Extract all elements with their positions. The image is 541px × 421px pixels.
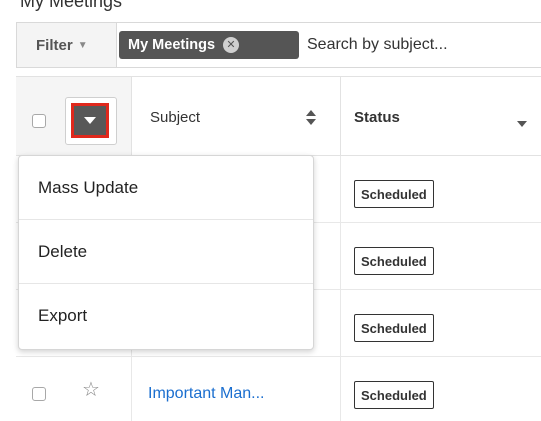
status-badge: Scheduled	[354, 314, 434, 342]
star-icon[interactable]: ☆	[82, 380, 100, 400]
meetings-list-view: My Meetings Filter ▼ My Meetings ✕ Subje	[0, 0, 541, 421]
active-filter-pill[interactable]: My Meetings ✕	[119, 31, 299, 59]
clipped-heading: My Meetings	[0, 0, 541, 14]
row-checkbox[interactable]	[32, 387, 46, 401]
filter-bar: Filter ▼ My Meetings ✕	[16, 22, 541, 68]
subject-link[interactable]: Important Man...	[148, 385, 265, 403]
search-input[interactable]	[305, 23, 541, 67]
menu-item-delete[interactable]: Delete	[19, 220, 313, 284]
status-cell: Scheduled	[341, 357, 541, 421]
filter-button-label: Filter	[36, 36, 73, 54]
select-all-checkbox[interactable]	[32, 114, 46, 128]
chevron-down-icon[interactable]	[517, 121, 527, 127]
close-circle-icon[interactable]: ✕	[223, 37, 240, 53]
status-cell: Scheduled	[341, 223, 541, 289]
menu-item-mass-update[interactable]: Mass Update	[19, 156, 313, 220]
column-header-status-label: Status	[354, 109, 400, 126]
actions-dropdown-button[interactable]	[65, 97, 117, 145]
active-filter-label: My Meetings	[128, 37, 216, 53]
actions-dropdown-menu: Mass Update Delete Export	[18, 155, 314, 350]
header-actions-cell	[16, 77, 132, 155]
column-header-subject[interactable]: Subject	[132, 77, 341, 155]
chevron-down-icon: ▼	[77, 39, 88, 51]
status-badge: Scheduled	[354, 381, 434, 409]
subject-cell: Important Man...	[132, 357, 341, 421]
column-header-status[interactable]: Status	[341, 77, 541, 155]
filter-button[interactable]: Filter ▼	[17, 23, 117, 67]
menu-item-export[interactable]: Export	[19, 284, 313, 348]
actions-dropdown-highlight	[71, 103, 109, 138]
sort-icon[interactable]	[306, 110, 316, 126]
status-badge: Scheduled	[354, 180, 434, 208]
table-row: ☆ Important Man... Scheduled	[16, 357, 541, 421]
row-actions-cell: ☆	[16, 357, 132, 421]
status-cell: Scheduled	[341, 156, 541, 222]
table-header-row: Subject Status	[16, 76, 541, 156]
column-header-subject-label: Subject	[150, 109, 201, 126]
status-badge: Scheduled	[354, 247, 434, 275]
caret-down-icon	[84, 117, 96, 124]
clipped-heading-text: My Meetings	[20, 0, 123, 11]
status-cell: Scheduled	[341, 290, 541, 356]
